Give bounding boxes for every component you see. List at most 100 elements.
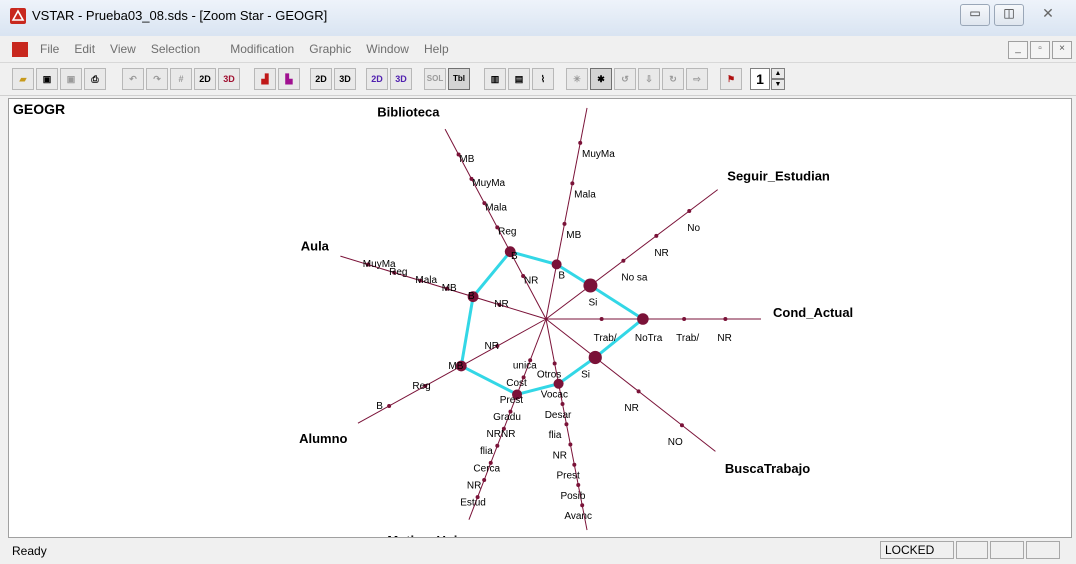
axis-label-7: Aula xyxy=(301,239,330,254)
superpose-2d-button[interactable]: 2D xyxy=(366,68,388,90)
category-label-0-2: Mala xyxy=(574,189,596,200)
zoom-2d-button[interactable]: 2D xyxy=(194,68,216,90)
zoom-2d-icon: 2D xyxy=(199,74,211,84)
category-dot-5-5 xyxy=(495,443,500,448)
superpose-3d-button[interactable]: 3D xyxy=(390,68,412,90)
redo-button[interactable]: ↷ xyxy=(146,68,168,90)
star-2d-button[interactable]: 2D xyxy=(310,68,332,90)
save-icon: ▣ xyxy=(42,74,52,84)
save-all-icon: ▣ xyxy=(66,74,76,84)
flag-button[interactable]: ⚑ xyxy=(720,68,742,90)
star-select-button[interactable]: ✳ xyxy=(566,68,588,90)
spinner-up-icon: ▲ xyxy=(774,70,782,77)
category-label-7-3: Mala xyxy=(415,275,437,286)
category-label-8-1: B xyxy=(511,251,518,262)
axis-label-2: Cond_Actual xyxy=(773,305,853,320)
category-label-5-5: flia xyxy=(480,446,493,457)
axis-line-1 xyxy=(545,189,719,320)
category-dot-0-3 xyxy=(578,140,583,145)
category-dot-0-0 xyxy=(551,259,562,270)
category-label-8-4: MuyMa xyxy=(472,178,505,189)
rotate-right-button[interactable]: ↻ xyxy=(662,68,684,90)
category-label-2-1: NoTra xyxy=(635,333,663,344)
rotate-left-icon: ↺ xyxy=(621,74,629,84)
category-label-8-5: MB xyxy=(459,154,474,165)
category-label-4-6: Posib xyxy=(560,491,585,502)
spinner-down-icon: ▼ xyxy=(774,81,782,88)
mdi-minimize-button[interactable]: _ xyxy=(1008,41,1028,59)
rotate-right-icon: ↻ xyxy=(669,74,677,84)
category-dot-1-2 xyxy=(654,233,659,238)
star-3d-button[interactable]: 3D xyxy=(334,68,356,90)
arrow-right-button[interactable]: ⇨ xyxy=(686,68,708,90)
menu-graphic[interactable]: Graphic xyxy=(309,42,351,56)
table-button[interactable]: Tbl xyxy=(448,68,470,90)
category-label-5-4: NRNR xyxy=(487,429,516,440)
category-label-7-5: MuyMa xyxy=(363,259,396,270)
rows-button[interactable]: ▤ xyxy=(508,68,530,90)
category-dot-4-7 xyxy=(580,503,585,508)
zoom-3d-button[interactable]: 3D xyxy=(218,68,240,90)
sol-icon: SOL xyxy=(426,74,444,83)
menu-edit[interactable]: Edit xyxy=(74,42,95,56)
star-tool-icon: ✱ xyxy=(597,74,605,84)
category-dot-4-6 xyxy=(576,482,581,487)
menu-view[interactable]: View xyxy=(110,42,136,56)
sol-button[interactable]: SOL xyxy=(424,68,446,90)
menu-items: File Edit View Selection Modification Gr… xyxy=(40,42,464,56)
category-dot-3-1 xyxy=(636,389,641,394)
category-label-4-4: NR xyxy=(553,450,567,461)
category-label-4-5: Prest xyxy=(557,471,581,482)
close-icon: ✕ xyxy=(1042,5,1054,21)
axis-label-5: Motivo_Univ xyxy=(387,533,465,537)
save-button[interactable]: ▣ xyxy=(36,68,58,90)
mdi-restore-button[interactable]: ▫ xyxy=(1030,41,1050,59)
menu-modification[interactable]: Modification xyxy=(230,42,294,56)
grid-button[interactable]: # xyxy=(170,68,192,90)
link-button[interactable]: ⌇ xyxy=(532,68,554,90)
mdi-close-button[interactable]: × xyxy=(1052,41,1072,59)
category-label-1-0: Si xyxy=(588,298,597,309)
spinner-value[interactable]: 1 xyxy=(750,68,770,90)
undo-button[interactable]: ↶ xyxy=(122,68,144,90)
category-label-5-3: Gradu xyxy=(493,412,521,423)
category-label-5-7: NR xyxy=(467,480,481,491)
close-button[interactable]: ✕ xyxy=(1028,4,1068,24)
status-bar: Ready LOCKED xyxy=(0,539,1076,564)
minimize-button[interactable]: ▭ xyxy=(960,4,990,26)
category-dot-2-0 xyxy=(599,317,604,321)
vstar-app-icon[interactable] xyxy=(10,8,26,24)
document-menu-icon[interactable] xyxy=(12,42,28,57)
minimize-icon: ▭ xyxy=(969,6,981,20)
columns-button[interactable]: ▥ xyxy=(484,68,506,90)
rotate-down-button[interactable]: ⇩ xyxy=(638,68,660,90)
spinner-down-button[interactable]: ▼ xyxy=(771,79,785,90)
menu-selection[interactable]: Selection xyxy=(151,42,200,56)
open-file-button[interactable]: ▰ xyxy=(12,68,34,90)
bar-chart-3d-button[interactable]: ▙ xyxy=(278,68,300,90)
maximize-button[interactable]: ◫ xyxy=(994,4,1024,26)
star-tool-button[interactable]: ✱ xyxy=(590,68,612,90)
category-dot-1-0 xyxy=(583,278,598,293)
category-dot-0-1 xyxy=(562,221,567,226)
category-label-3-1: NR xyxy=(624,403,638,414)
category-dot-2-1 xyxy=(637,313,649,325)
toolbar: ▰ ▣ ▣ ⎙ ↶ ↷ # 2D 3D ▟ ▙ 2D 3D 2D 3D SOL … xyxy=(0,62,1076,96)
bar-chart-button[interactable]: ▟ xyxy=(254,68,276,90)
category-label-7-0: NR xyxy=(494,299,508,310)
menu-help[interactable]: Help xyxy=(424,42,449,56)
rotate-left-button[interactable]: ↺ xyxy=(614,68,636,90)
menu-window[interactable]: Window xyxy=(366,42,409,56)
category-dot-1-3 xyxy=(687,209,692,214)
category-label-5-2: Prest xyxy=(500,395,524,406)
rotate-down-icon: ⇩ xyxy=(645,74,653,84)
zoom-star-canvas[interactable]: GEOGR BMBMalaMuyMaAdministraciónSiNo saN… xyxy=(8,98,1072,538)
save-all-button[interactable]: ▣ xyxy=(60,68,82,90)
menu-file[interactable]: File xyxy=(40,42,59,56)
print-button[interactable]: ⎙ xyxy=(84,68,106,90)
category-label-2-3: NR xyxy=(717,333,731,344)
rows-icon: ▤ xyxy=(514,74,524,84)
category-dot-4-5 xyxy=(572,462,577,467)
category-label-7-2: MB xyxy=(442,283,457,294)
spinner-up-button[interactable]: ▲ xyxy=(771,68,785,79)
